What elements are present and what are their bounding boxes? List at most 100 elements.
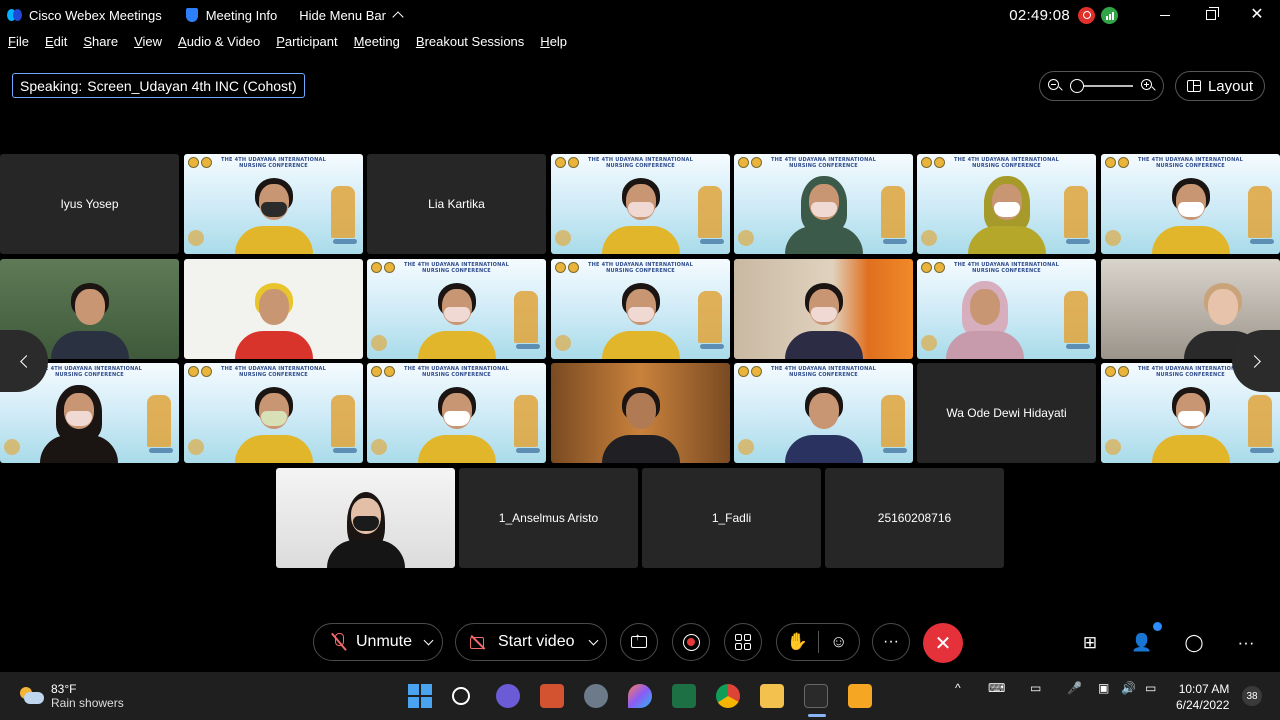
close-window-button[interactable]: ✕ (1234, 0, 1280, 30)
share-button[interactable] (620, 623, 658, 661)
participant-tile[interactable]: Iyus Yosep (0, 154, 179, 254)
speaking-indicator: Speaking: Screen_Udayan 4th INC (Cohost) (12, 73, 305, 98)
paint-drop-icon[interactable] (628, 684, 652, 708)
conference-banner: THE 4TH UDAYANA INTERNATIONAL NURSING CO… (404, 262, 509, 274)
meeting-info-button[interactable]: Meeting Info (184, 8, 277, 23)
windows-start-icon[interactable] (408, 684, 432, 708)
conference-banner: THE 4TH UDAYANA INTERNATIONAL NURSING CO… (37, 366, 142, 378)
reactions-button[interactable]: ☺ (818, 632, 859, 652)
unmute-label: Unmute (356, 633, 413, 650)
participant-tile[interactable]: Lia Kartika (367, 154, 546, 254)
participant-tile[interactable]: THE 4TH UDAYANA INTERNATIONAL NURSING CO… (551, 154, 730, 254)
zoom-in-icon[interactable] (1141, 79, 1155, 93)
hide-menu-bar-button[interactable]: Hide Menu Bar (299, 8, 404, 23)
record-button[interactable] (672, 623, 710, 661)
recording-indicator-icon[interactable] (1078, 6, 1095, 24)
restore-button[interactable] (1188, 0, 1234, 30)
participant-tile[interactable]: THE 4TH UDAYANA INTERNATIONAL NURSING CO… (184, 363, 363, 463)
apps-button[interactable] (724, 623, 762, 661)
webex-logo-icon (7, 7, 23, 23)
zoom-slider[interactable] (1070, 79, 1133, 93)
zoom-out-icon[interactable] (1048, 79, 1062, 93)
menu-share[interactable]: Share (83, 34, 118, 49)
start-video-button[interactable]: Start video (456, 633, 580, 651)
participant-tile[interactable]: THE 4TH UDAYANA INTERNATIONAL NURSING CO… (1101, 154, 1280, 254)
zoom-slider-knob[interactable] (1070, 79, 1084, 93)
participant-tile[interactable] (734, 259, 913, 359)
powerpoint-icon[interactable] (540, 684, 564, 708)
participant-tile[interactable]: 1_Fadli (642, 468, 821, 568)
menu-meeting[interactable]: Meeting (354, 34, 400, 49)
menu-help[interactable]: Help (540, 34, 567, 49)
layout-button[interactable]: Layout (1175, 71, 1265, 101)
chat-panel-button[interactable]: ◯ (1183, 632, 1205, 654)
minimize-button[interactable] (1142, 0, 1188, 30)
tray-chevron-icon[interactable]: ^ (955, 681, 961, 695)
participant-tile[interactable] (276, 468, 455, 568)
participant-tile[interactable]: 1_Anselmus Aristo (459, 468, 638, 568)
participant-tile[interactable]: Wa Ode Dewi Hidayati (917, 363, 1096, 463)
unmute-button[interactable]: Unmute (314, 633, 414, 651)
close-icon: ✕ (934, 632, 952, 655)
webex-taskbar-icon[interactable] (804, 684, 828, 708)
conference-banner: THE 4TH UDAYANA INTERNATIONAL NURSING CO… (221, 157, 326, 169)
media-player-icon[interactable] (848, 684, 872, 708)
tablet-icon[interactable]: ▭ (1030, 681, 1041, 695)
system-clock[interactable]: 10:07 AM 6/24/2022 (1176, 681, 1229, 713)
menu-breakout-sessions[interactable]: Breakout Sessions (416, 34, 524, 49)
unmute-control: Unmute (313, 623, 443, 661)
participant-tile[interactable]: THE 4TH UDAYANA INTERNATIONAL NURSING CO… (734, 154, 913, 254)
search-icon[interactable] (452, 687, 470, 705)
weather-temp: 83°F (51, 682, 77, 696)
participant-name: Lia Kartika (428, 197, 485, 211)
notification-count[interactable]: 38 (1242, 686, 1262, 706)
network-status-icon[interactable] (1101, 6, 1118, 24)
reactions-control: ✋ ☺ (776, 623, 860, 661)
apps-panel-button[interactable]: ⊞ (1079, 632, 1101, 654)
more-panels-button[interactable]: ··· (1235, 632, 1257, 654)
participant-tile[interactable]: 25160208716 (825, 468, 1004, 568)
chrome-icon[interactable] (716, 684, 740, 708)
participant-tile[interactable]: THE 4TH UDAYANA INTERNATIONAL NURSING CO… (551, 259, 730, 359)
menu-view[interactable]: View (134, 34, 162, 49)
teams-chat-icon[interactable] (496, 684, 520, 708)
weather-widget[interactable]: 83°F Rain showers (20, 682, 124, 710)
leave-meeting-button[interactable]: ✕ (923, 623, 963, 663)
participant-tile[interactable]: THE 4TH UDAYANA INTERNATIONAL NURSING CO… (917, 154, 1096, 254)
raise-hand-button[interactable]: ✋ (777, 632, 818, 652)
menu-bar: File Edit Share View Audio & Video Parti… (8, 34, 583, 49)
excel-icon[interactable] (672, 684, 696, 708)
menu-audio-video[interactable]: Audio & Video (178, 34, 260, 49)
active-app-indicator (808, 714, 826, 717)
video-options-button[interactable] (580, 635, 606, 645)
chevron-down-icon (588, 635, 598, 645)
conference-banner: THE 4TH UDAYANA INTERNATIONAL NURSING CO… (588, 157, 693, 169)
file-explorer-icon[interactable] (760, 684, 784, 708)
network-tray-icon[interactable]: ▣ (1098, 681, 1109, 695)
participant-tile[interactable] (184, 259, 363, 359)
more-options-button[interactable]: ··· (872, 623, 910, 661)
volume-icon[interactable]: 🔊 (1121, 681, 1136, 695)
microphone-tray-icon[interactable]: 🎤 (1067, 681, 1082, 695)
participant-tile[interactable]: THE 4TH UDAYANA INTERNATIONAL NURSING CO… (367, 363, 546, 463)
microphone-muted-icon (332, 633, 346, 651)
participant-tile[interactable]: THE 4TH UDAYANA INTERNATIONAL NURSING CO… (734, 363, 913, 463)
audio-options-button[interactable] (414, 635, 442, 645)
participant-tile[interactable]: THE 4TH UDAYANA INTERNATIONAL NURSING CO… (367, 259, 546, 359)
speaking-label: Speaking: (20, 77, 83, 94)
app-title: Cisco Webex Meetings (29, 7, 162, 23)
menu-edit[interactable]: Edit (45, 34, 67, 49)
participants-panel-button[interactable]: 👤 (1131, 632, 1153, 654)
participant-tile[interactable] (551, 363, 730, 463)
settings-gear-icon[interactable] (584, 684, 608, 708)
weather-cloud-icon (20, 687, 44, 705)
menu-participant[interactable]: Participant (276, 34, 337, 49)
participant-tile[interactable]: THE 4TH UDAYANA INTERNATIONAL NURSING CO… (184, 154, 363, 254)
menu-file[interactable]: File (8, 34, 29, 49)
participant-tile[interactable]: THE 4TH UDAYANA INTERNATIONAL NURSING CO… (917, 259, 1096, 359)
battery-icon[interactable]: ▭ (1145, 681, 1156, 695)
more-dots-icon: ··· (1237, 633, 1255, 652)
participants-badge (1153, 622, 1162, 631)
keyboard-icon[interactable]: ⌨ (988, 681, 1005, 695)
participant-name: 25160208716 (877, 511, 952, 525)
